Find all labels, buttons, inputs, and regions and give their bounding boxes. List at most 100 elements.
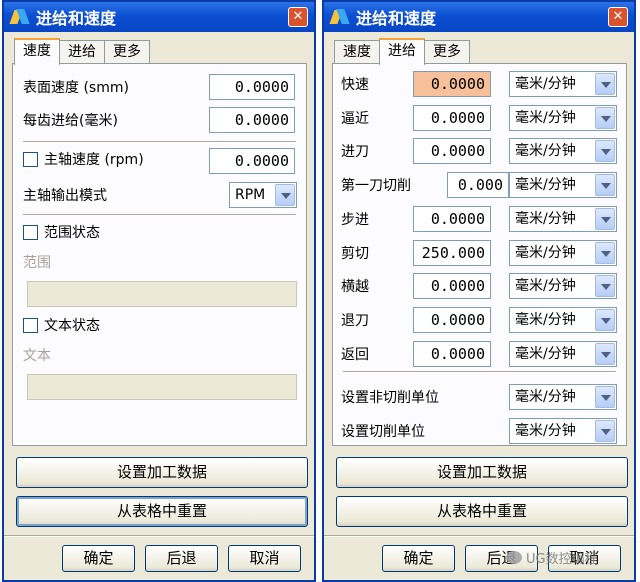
range-label-row: 范围	[23, 249, 296, 275]
feed-rate-input[interactable]: 0.0000	[413, 273, 491, 299]
feed-rate-input[interactable]: 0.0000	[413, 206, 491, 232]
text-status-label: 文本状态	[44, 318, 100, 334]
title-bar[interactable]: 进给和速度 ✕	[324, 2, 634, 32]
app-icon	[330, 7, 350, 27]
text-status-checkbox[interactable]	[23, 317, 38, 333]
dialog-title: 进给和速度	[356, 9, 437, 28]
cancel-button[interactable]: 取消	[228, 545, 301, 572]
spindle-speed-checkbox[interactable]	[23, 151, 38, 167]
chevron-down-icon[interactable]	[595, 386, 615, 408]
chevron-down-icon[interactable]	[595, 420, 615, 442]
feed-rate-input[interactable]: 250.000	[413, 240, 491, 266]
tab-more[interactable]: 更多	[104, 40, 150, 64]
feed-rate-input[interactable]: 0.0000	[413, 105, 491, 131]
surface-speed-input[interactable]: 0.0000	[209, 74, 295, 100]
feed-rate-input[interactable]: 0.000	[447, 172, 509, 198]
separator	[23, 214, 296, 216]
range-input	[27, 281, 297, 307]
ok-button[interactable]: 确定	[62, 545, 135, 572]
chevron-down-icon[interactable]	[595, 73, 615, 95]
spindle-output-select[interactable]: RPM	[229, 182, 297, 208]
feed-per-tooth-label: 每齿进给(毫米)	[23, 113, 118, 129]
cut-unit-select[interactable]: 毫米/分钟	[509, 418, 617, 444]
ok-button[interactable]: 确定	[382, 545, 455, 572]
feed-unit-select[interactable]: 毫米/分钟	[509, 240, 617, 266]
chevron-down-icon[interactable]	[595, 174, 615, 196]
feed-rate-input[interactable]: 0.0000	[413, 307, 491, 333]
chevron-down-icon[interactable]	[595, 343, 615, 365]
feed-unit-value: 毫米/分钟	[515, 211, 576, 227]
feed-row-label: 剪切	[341, 246, 369, 262]
title-bar[interactable]: 进给和速度 ✕	[4, 2, 314, 32]
feed-unit-select[interactable]: 毫米/分钟	[509, 138, 617, 164]
feed-unit-value: 毫米/分钟	[515, 278, 576, 294]
feed-speed-dialog-speed: 进给和速度 ✕ 速度 进给 更多 表面速度 (smm) 0.0000 每齿进给(…	[2, 0, 316, 582]
feed-row-label: 横越	[341, 279, 369, 295]
cut-unit-label: 设置切削单位	[341, 424, 425, 440]
feed-row-label: 快速	[341, 77, 369, 93]
feed-unit-select[interactable]: 毫米/分钟	[509, 273, 617, 299]
feed-unit-value: 毫米/分钟	[515, 110, 576, 126]
range-status-checkbox[interactable]	[23, 224, 38, 240]
feed-row-label: 步进	[341, 212, 369, 228]
feed-unit-select[interactable]: 毫米/分钟	[509, 105, 617, 131]
tab-feed[interactable]: 进给	[379, 38, 425, 65]
close-icon[interactable]: ✕	[608, 7, 628, 27]
chevron-down-icon[interactable]	[275, 184, 295, 206]
separator	[4, 535, 314, 537]
feed-rate-input[interactable]: 0.0000	[413, 341, 491, 367]
feed-unit-select[interactable]: 毫米/分钟	[509, 206, 617, 232]
tab-feed[interactable]: 进给	[59, 40, 105, 64]
watermark-text: UG数控编程	[526, 552, 598, 567]
close-icon[interactable]: ✕	[288, 7, 308, 27]
feed-row-label: 逼近	[341, 111, 369, 127]
feed-unit-select[interactable]: 毫米/分钟	[509, 172, 617, 198]
chevron-down-icon[interactable]	[595, 309, 615, 331]
feed-row-label: 返回	[341, 347, 369, 363]
feed-unit-value: 毫米/分钟	[515, 177, 576, 193]
feed-row-label: 第一刀切削	[341, 178, 411, 194]
chevron-down-icon[interactable]	[595, 275, 615, 297]
chevron-down-icon[interactable]	[595, 242, 615, 264]
feed-unit-select[interactable]: 毫米/分钟	[509, 71, 617, 97]
non-cut-unit-value: 毫米/分钟	[515, 389, 576, 405]
reset-from-table-button[interactable]: 从表格中重置	[16, 496, 308, 527]
range-status-row: 范围状态	[23, 219, 296, 245]
reset-from-table-button[interactable]: 从表格中重置	[336, 496, 628, 527]
chevron-down-icon[interactable]	[595, 107, 615, 129]
text-label: 文本	[23, 348, 51, 364]
spindle-output-value: RPM	[235, 187, 266, 203]
tab-more[interactable]: 更多	[424, 40, 470, 64]
surface-speed-label: 表面速度 (smm)	[23, 80, 129, 96]
wechat-icon	[506, 551, 522, 564]
separator	[324, 535, 634, 537]
feed-unit-select[interactable]: 毫米/分钟	[509, 307, 617, 333]
tab-strip: 速度 进给 更多	[14, 38, 150, 65]
feed-rate-input[interactable]: 0.0000	[413, 71, 491, 97]
spindle-speed-label: 主轴速度 (rpm)	[44, 152, 144, 168]
cut-unit-value: 毫米/分钟	[515, 423, 576, 439]
text-status-row: 文本状态	[23, 312, 296, 338]
tab-speed[interactable]: 速度	[14, 38, 60, 65]
feed-row-label: 进刀	[341, 144, 369, 160]
set-machining-data-button[interactable]: 设置加工数据	[336, 457, 628, 488]
feed-row-label: 退刀	[341, 313, 369, 329]
chevron-down-icon[interactable]	[595, 140, 615, 162]
tab-speed[interactable]: 速度	[334, 40, 380, 64]
text-label-row: 文本	[23, 342, 296, 368]
feed-unit-select[interactable]: 毫米/分钟	[509, 341, 617, 367]
speed-panel: 表面速度 (smm) 0.0000 每齿进给(毫米) 0.0000 主轴速度 (…	[12, 63, 307, 446]
watermark: UG数控编程	[506, 548, 598, 567]
non-cut-unit-label: 设置非切削单位	[341, 390, 439, 406]
feed-panel: 快速 0.0000 毫米/分钟 逼近 0.0000 毫米/分钟 进刀 0.0000 毫米/分钟第…	[332, 63, 627, 446]
non-cut-unit-select[interactable]: 毫米/分钟	[509, 384, 617, 410]
feed-per-tooth-input[interactable]: 0.0000	[209, 107, 295, 133]
range-label: 范围	[23, 255, 51, 271]
feed-rate-input[interactable]: 0.0000	[413, 138, 491, 164]
chevron-down-icon[interactable]	[595, 208, 615, 230]
back-button[interactable]: 后退	[145, 545, 218, 572]
feed-unit-value: 毫米/分钟	[515, 245, 576, 261]
separator	[23, 141, 296, 143]
set-machining-data-button[interactable]: 设置加工数据	[16, 457, 308, 488]
spindle-speed-input[interactable]: 0.0000	[209, 148, 295, 174]
